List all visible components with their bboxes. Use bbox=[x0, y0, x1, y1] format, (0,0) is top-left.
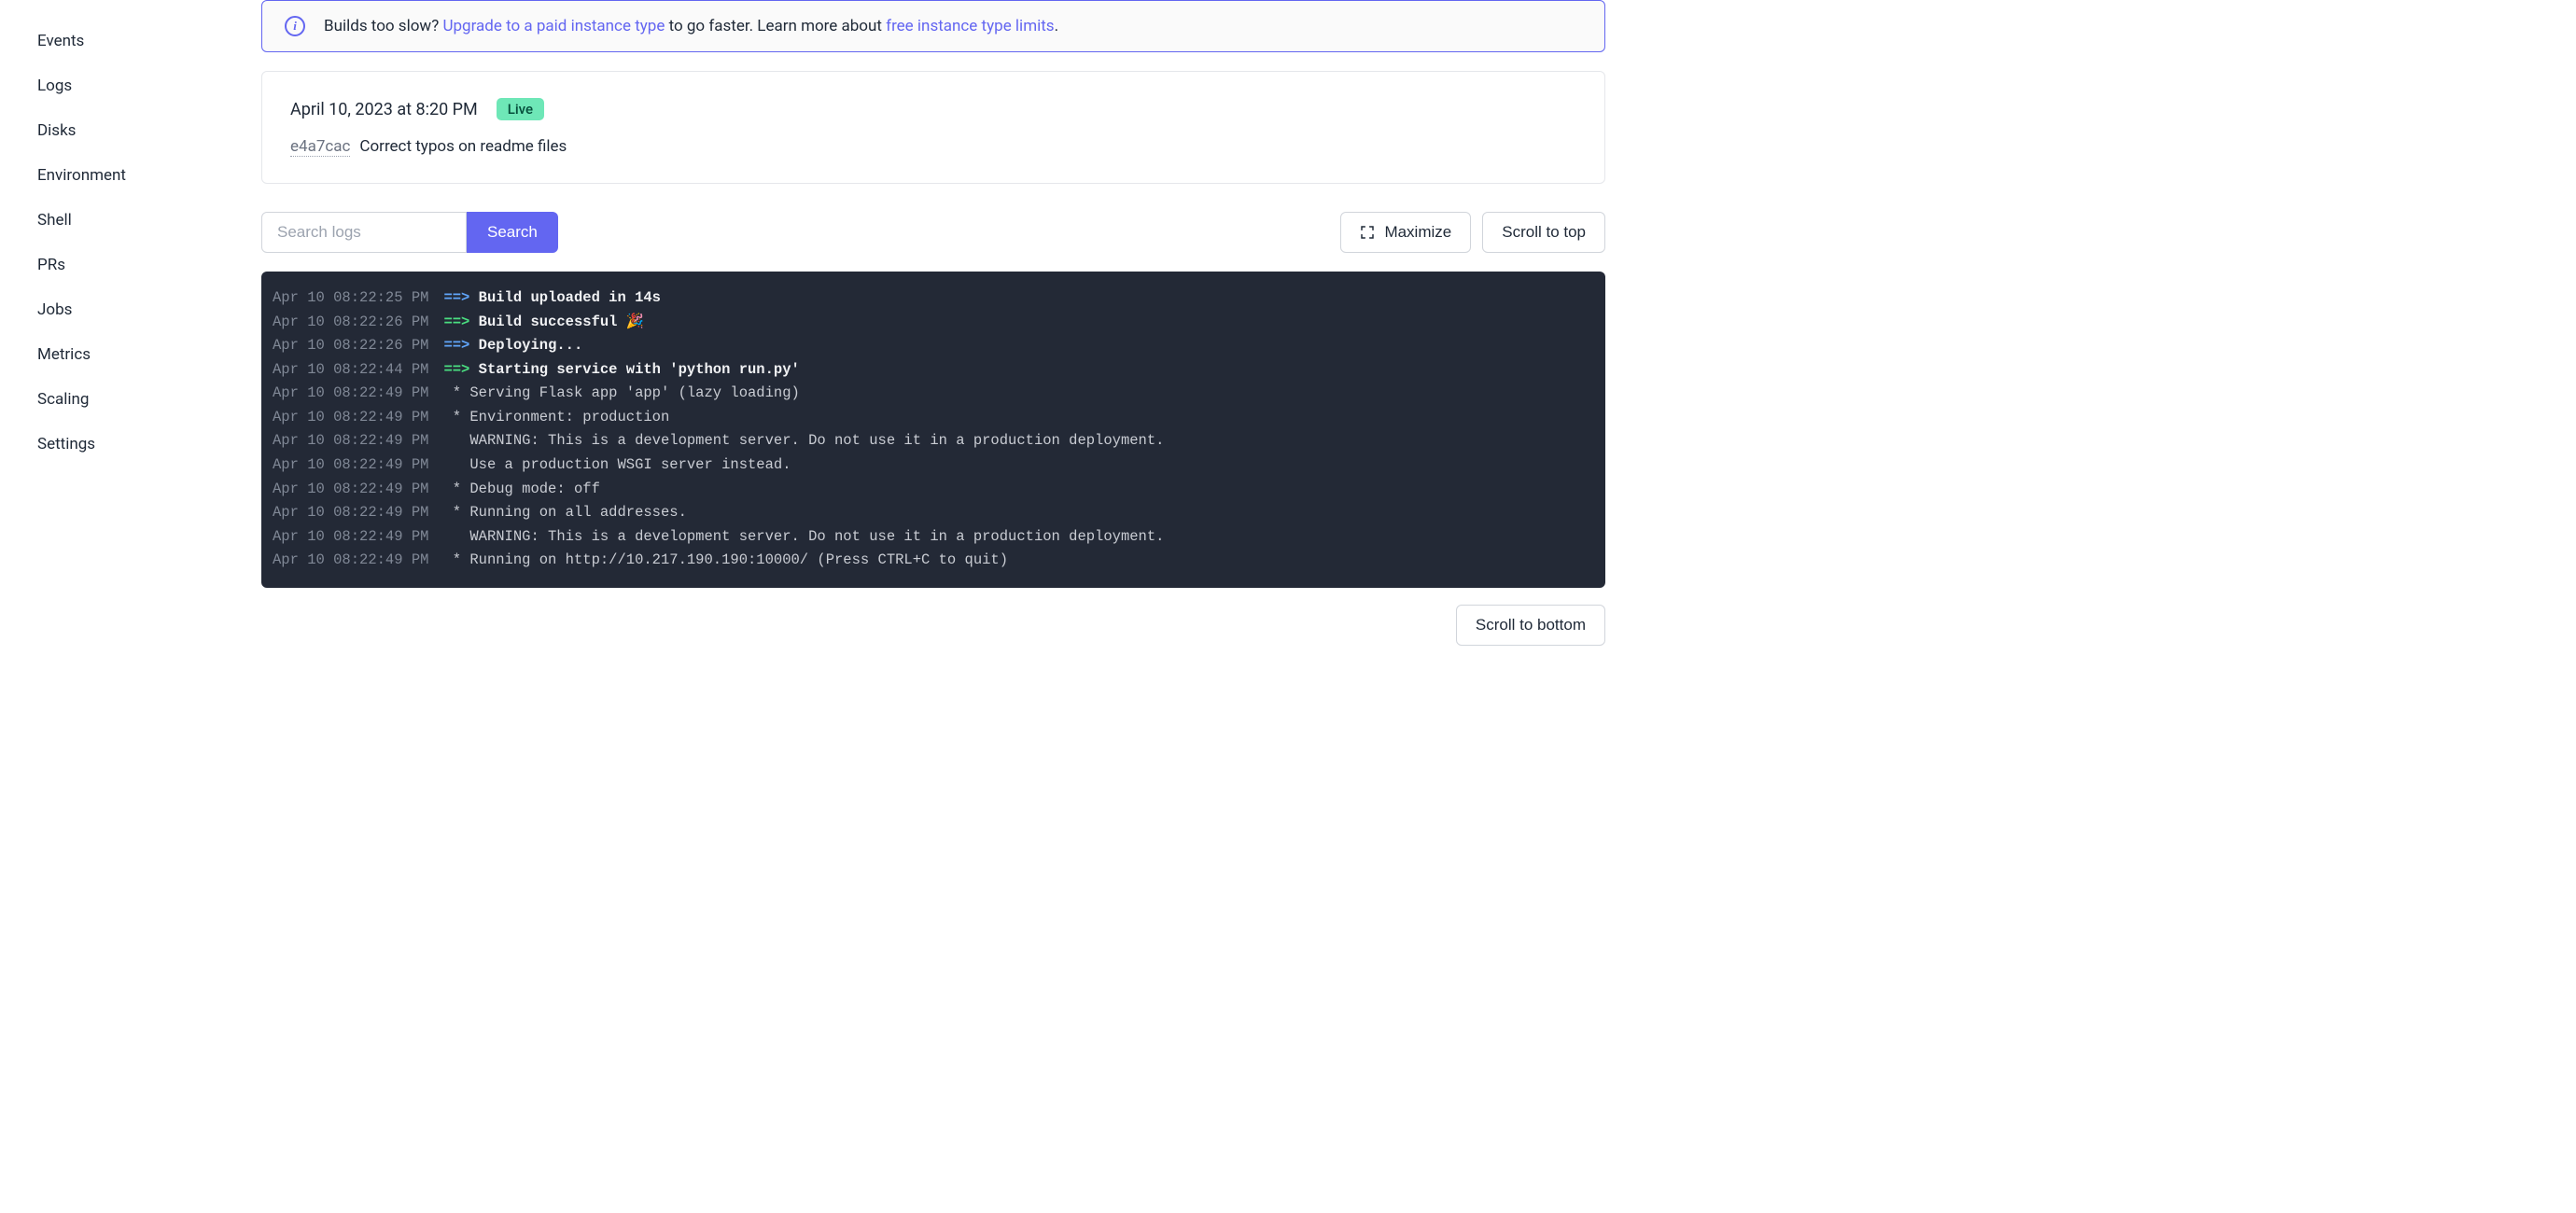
sidebar-item-prs[interactable]: PRs bbox=[0, 243, 261, 287]
log-timestamp: Apr 10 08:22:49 PM bbox=[273, 453, 443, 478]
maximize-button[interactable]: Maximize bbox=[1340, 212, 1471, 253]
deploy-date: April 10, 2023 at 8:20 PM bbox=[290, 100, 478, 119]
log-arrow-icon: ==> bbox=[443, 361, 478, 378]
upgrade-link[interactable]: Upgrade to a paid instance type bbox=[442, 17, 665, 35]
banner-text-before: Builds too slow? bbox=[324, 17, 442, 35]
log-arrow-icon: ==> bbox=[443, 289, 478, 306]
commit-hash[interactable]: e4a7cac bbox=[290, 137, 350, 157]
log-message: WARNING: This is a development server. D… bbox=[443, 429, 1164, 453]
log-arrow-icon: ==> bbox=[443, 314, 478, 330]
log-timestamp: Apr 10 08:22:49 PM bbox=[273, 525, 443, 550]
log-line: Apr 10 08:22:49 PM * Serving Flask app '… bbox=[273, 382, 1594, 406]
sidebar-item-environment[interactable]: Environment bbox=[0, 153, 261, 198]
log-message: * Serving Flask app 'app' (lazy loading) bbox=[443, 382, 799, 406]
sidebar: Events Logs Disks Environment Shell PRs … bbox=[0, 0, 261, 1213]
search-button[interactable]: Search bbox=[467, 212, 558, 253]
log-message: * Running on http://10.217.190.190:10000… bbox=[443, 549, 1008, 573]
log-timestamp: Apr 10 08:22:49 PM bbox=[273, 478, 443, 502]
banner-text: Builds too slow? Upgrade to a paid insta… bbox=[324, 17, 1058, 35]
sidebar-item-jobs[interactable]: Jobs bbox=[0, 287, 261, 332]
sidebar-item-events[interactable]: Events bbox=[0, 19, 261, 63]
log-line: Apr 10 08:22:26 PM==> Build successful 🎉 bbox=[273, 311, 1594, 335]
log-timestamp: Apr 10 08:22:26 PM bbox=[273, 311, 443, 335]
log-message: ==> Build uploaded in 14s bbox=[443, 286, 661, 311]
log-line: Apr 10 08:22:49 PM WARNING: This is a de… bbox=[273, 525, 1594, 550]
log-timestamp: Apr 10 08:22:49 PM bbox=[273, 406, 443, 430]
log-line: Apr 10 08:22:49 PM WARNING: This is a de… bbox=[273, 429, 1594, 453]
maximize-label: Maximize bbox=[1384, 223, 1451, 242]
log-message: * Debug mode: off bbox=[443, 478, 599, 502]
log-message: ==> Deploying... bbox=[443, 334, 582, 358]
limits-link[interactable]: free instance type limits bbox=[886, 17, 1054, 35]
log-line: Apr 10 08:22:49 PM * Running on http://1… bbox=[273, 549, 1594, 573]
scroll-bottom-label: Scroll to bottom bbox=[1476, 616, 1586, 634]
log-line: Apr 10 08:22:26 PM==> Deploying... bbox=[273, 334, 1594, 358]
log-message: * Environment: production bbox=[443, 406, 669, 430]
scroll-top-label: Scroll to top bbox=[1502, 223, 1586, 242]
search-group: Search bbox=[261, 212, 558, 253]
deploy-card: April 10, 2023 at 8:20 PM Live e4a7cac C… bbox=[261, 71, 1605, 184]
scroll-to-bottom-button[interactable]: Scroll to bottom bbox=[1456, 605, 1605, 646]
log-timestamp: Apr 10 08:22:49 PM bbox=[273, 382, 443, 406]
log-timestamp: Apr 10 08:22:44 PM bbox=[273, 358, 443, 383]
log-message: * Running on all addresses. bbox=[443, 501, 686, 525]
log-line: Apr 10 08:22:49 PM Use a production WSGI… bbox=[273, 453, 1594, 478]
commit-message: Correct typos on readme files bbox=[359, 137, 567, 156]
log-timestamp: Apr 10 08:22:49 PM bbox=[273, 429, 443, 453]
log-line: Apr 10 08:22:49 PM * Debug mode: off bbox=[273, 478, 1594, 502]
controls-row: Search Maximize Scroll to top bbox=[261, 212, 1605, 253]
log-message: WARNING: This is a development server. D… bbox=[443, 525, 1164, 550]
log-message: ==> Starting service with 'python run.py… bbox=[443, 358, 799, 383]
log-line: Apr 10 08:22:44 PM==> Starting service w… bbox=[273, 358, 1594, 383]
search-input[interactable] bbox=[261, 212, 467, 253]
main-content: i Builds too slow? Upgrade to a paid ins… bbox=[261, 0, 1643, 1213]
sidebar-item-logs[interactable]: Logs bbox=[0, 63, 261, 108]
log-arrow-icon: ==> bbox=[443, 337, 478, 354]
live-badge: Live bbox=[497, 98, 544, 120]
sidebar-item-settings[interactable]: Settings bbox=[0, 422, 261, 467]
maximize-icon bbox=[1360, 225, 1375, 240]
log-timestamp: Apr 10 08:22:25 PM bbox=[273, 286, 443, 311]
log-line: Apr 10 08:22:49 PM * Environment: produc… bbox=[273, 406, 1594, 430]
info-icon: i bbox=[285, 16, 305, 36]
log-timestamp: Apr 10 08:22:49 PM bbox=[273, 549, 443, 573]
sidebar-item-disks[interactable]: Disks bbox=[0, 108, 261, 153]
log-message: Use a production WSGI server instead. bbox=[443, 453, 791, 478]
scroll-to-top-button[interactable]: Scroll to top bbox=[1482, 212, 1605, 253]
sidebar-item-shell[interactable]: Shell bbox=[0, 198, 261, 243]
log-line: Apr 10 08:22:49 PM * Running on all addr… bbox=[273, 501, 1594, 525]
log-message: ==> Build successful 🎉 bbox=[443, 311, 644, 335]
log-terminal[interactable]: Apr 10 08:22:25 PM==> Build uploaded in … bbox=[261, 272, 1605, 588]
info-banner: i Builds too slow? Upgrade to a paid ins… bbox=[261, 0, 1605, 52]
log-line: Apr 10 08:22:25 PM==> Build uploaded in … bbox=[273, 286, 1594, 311]
log-timestamp: Apr 10 08:22:49 PM bbox=[273, 501, 443, 525]
sidebar-item-scaling[interactable]: Scaling bbox=[0, 377, 261, 422]
banner-text-after: . bbox=[1055, 17, 1058, 35]
log-timestamp: Apr 10 08:22:26 PM bbox=[273, 334, 443, 358]
sidebar-item-metrics[interactable]: Metrics bbox=[0, 332, 261, 377]
banner-text-mid: to go faster. Learn more about bbox=[665, 17, 886, 35]
